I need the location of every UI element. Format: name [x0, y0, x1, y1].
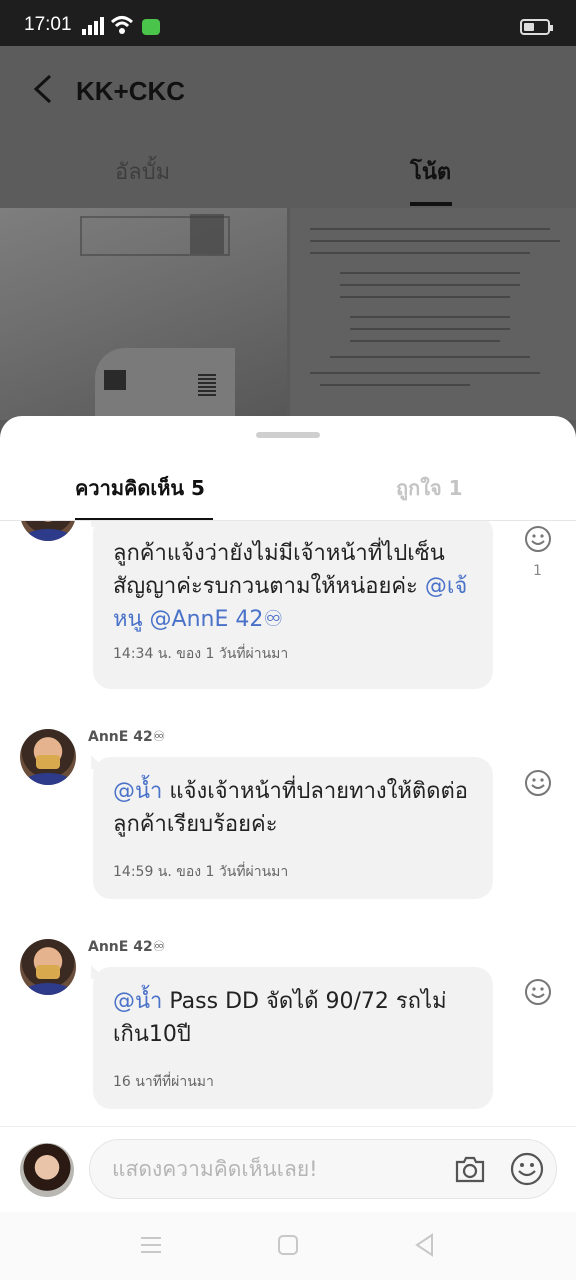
comments-sheet: ความคิดเห็น 5 ถูกใจ 1 ลูกค้าแจ้งว่ายังไม…	[0, 416, 576, 1280]
camera-icon[interactable]	[454, 1154, 486, 1184]
page-title: KK+CKC	[76, 76, 186, 106]
tab-likes[interactable]: ถูกใจ 1	[396, 472, 463, 504]
comment-body: ลูกค้าแจ้งว่ายังไม่มีเจ้าหน้าที่ไปเซ็นสั…	[113, 541, 445, 599]
comment-mention[interactable]: @น้ำ	[113, 989, 162, 1014]
comment-author[interactable]: AnnE 42♾	[88, 939, 165, 955]
comment-input-box[interactable]	[89, 1139, 557, 1199]
app-header: KK+CKC อัลบั้ม โน้ต	[0, 46, 576, 208]
comments-list[interactable]: ลูกค้าแจ้งว่ายังไม่มีเจ้าหน้าที่ไปเซ็นสั…	[0, 521, 576, 1126]
comment-time: 14:34 น. ของ 1 วันที่ผ่านมา	[113, 646, 289, 662]
comment-text: ลูกค้าแจ้งว่ายังไม่มีเจ้าหน้าที่ไปเซ็นสั…	[113, 537, 473, 636]
comment-composer	[0, 1126, 576, 1212]
back-triangle-icon[interactable]	[412, 1232, 438, 1258]
smiley-icon[interactable]	[524, 978, 552, 1006]
comment-input[interactable]	[110, 1140, 450, 1198]
smiley-icon[interactable]	[524, 769, 552, 797]
comment-time: 14:59 น. ของ 1 วันที่ผ่านมา	[113, 864, 289, 880]
avatar[interactable]	[20, 729, 76, 785]
menu-icon[interactable]	[138, 1232, 164, 1258]
comment-body: Pass DD จัดได้ 90/72 รถไม่เกิน10ปี	[113, 989, 447, 1047]
back-icon[interactable]	[30, 74, 60, 104]
line-app-icon	[142, 19, 160, 35]
avatar[interactable]	[20, 939, 76, 995]
tab-album[interactable]: อัลบั้ม	[115, 154, 170, 189]
system-nav-bar	[0, 1212, 576, 1280]
photo-id-card[interactable]	[0, 208, 287, 420]
comment-text: @น้ำ แจ้งเจ้าหน้าที่ปลายทางให้ติดต่อลูกค…	[113, 775, 473, 841]
comment-bubble: @น้ำ Pass DD จัดได้ 90/72 รถไม่เกิน10ปี …	[91, 965, 493, 1109]
home-icon[interactable]	[275, 1232, 301, 1258]
status-time: 17:01	[24, 14, 72, 35]
wifi-icon	[110, 16, 134, 34]
my-avatar[interactable]	[20, 1143, 74, 1197]
comment-mention[interactable]: @น้ำ	[113, 779, 162, 804]
smiley-icon[interactable]	[510, 1152, 544, 1186]
status-bar: 17:01	[0, 0, 576, 46]
comment-body: แจ้งเจ้าหน้าที่ปลายทางให้ติดต่อลูกค้าเรี…	[113, 779, 468, 837]
note-photos	[0, 208, 576, 420]
battery-icon	[520, 19, 553, 35]
smiley-icon[interactable]	[524, 525, 552, 553]
comment-text: @น้ำ Pass DD จัดได้ 90/72 รถไม่เกิน10ปี	[113, 985, 473, 1051]
comment-bubble: ลูกค้าแจ้งว่ายังไม่มีเจ้าหน้าที่ไปเซ็นสั…	[91, 521, 493, 689]
comment-time: 16 นาทีที่ผ่านมา	[113, 1074, 214, 1090]
photo-document[interactable]	[290, 208, 576, 420]
tab-note[interactable]: โน้ต	[410, 154, 451, 189]
comment-author[interactable]: AnnE 42♾	[88, 729, 165, 745]
signal-icon	[82, 17, 104, 35]
avatar[interactable]	[20, 521, 76, 541]
comment-bubble: @น้ำ แจ้งเจ้าหน้าที่ปลายทางให้ติดต่อลูกค…	[91, 755, 493, 899]
tab-note-underline	[410, 202, 452, 206]
sheet-handle[interactable]	[256, 432, 320, 438]
reaction-count: 1	[533, 563, 542, 579]
tab-comments[interactable]: ความคิดเห็น 5	[75, 472, 205, 504]
